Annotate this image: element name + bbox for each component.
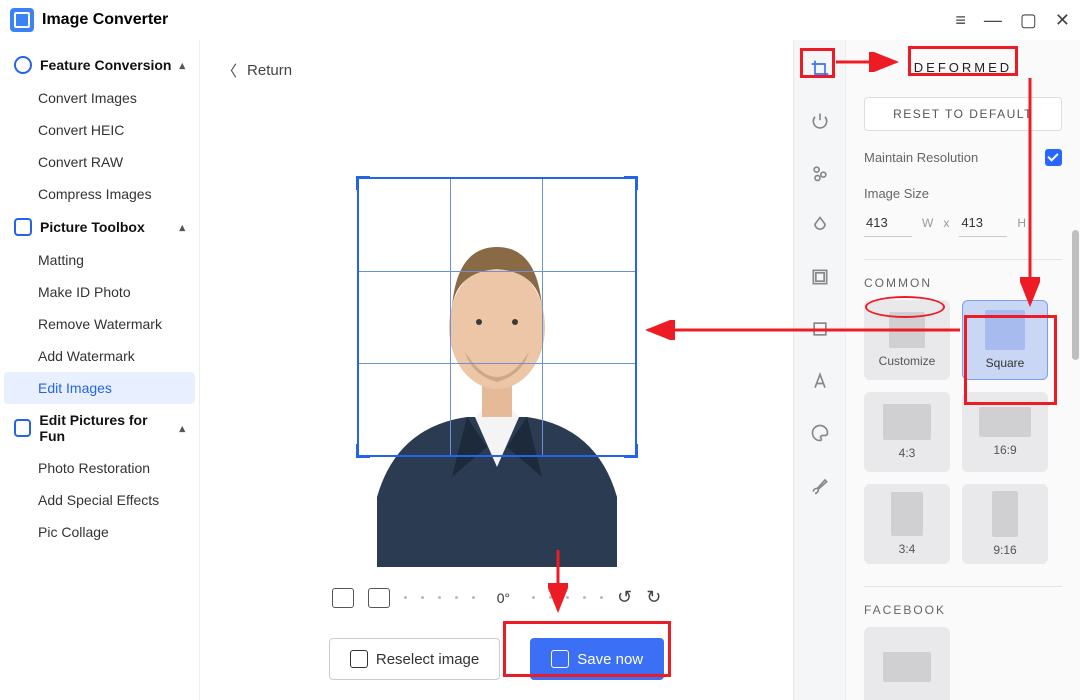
sidebar-group-edit-pictures-fun[interactable]: Edit Pictures for Fun ▴ [4, 404, 195, 452]
picture-icon [14, 419, 31, 437]
crop-handle-tr[interactable] [624, 176, 638, 190]
sidebar-item-convert-heic[interactable]: Convert HEIC [4, 114, 195, 146]
brush-icon[interactable] [809, 474, 831, 496]
chevron-up-icon: ▴ [179, 221, 185, 234]
app-logo-icon [10, 8, 34, 32]
category-facebook: FACEBOOK [864, 603, 1062, 617]
flip-horizontal-icon[interactable] [332, 588, 354, 608]
sidebar-item-remove-watermark[interactable]: Remove Watermark [4, 308, 195, 340]
download-icon [551, 650, 569, 668]
preset-facebook[interactable] [864, 627, 950, 700]
sidebar-group-feature-conversion[interactable]: Feature Conversion ▴ [4, 48, 195, 82]
save-now-button[interactable]: Save now [530, 638, 664, 680]
image-preview[interactable] [357, 177, 637, 567]
chevron-up-icon: ▴ [179, 422, 185, 435]
category-common: COMMON [864, 276, 1062, 290]
sidebar-item-convert-raw[interactable]: Convert RAW [4, 146, 195, 178]
return-button[interactable]: 〈 Return [220, 54, 294, 87]
flip-vertical-icon[interactable] [368, 588, 390, 608]
text-tool-icon[interactable] [809, 370, 831, 392]
grid-line [359, 271, 635, 272]
canvas-area: 〈 Return [200, 40, 793, 700]
crop-tool-icon[interactable] [809, 58, 831, 80]
maintain-resolution-checkbox[interactable] [1045, 149, 1062, 166]
sidebar-item-convert-images[interactable]: Convert Images [4, 82, 195, 114]
crop-box[interactable] [357, 177, 637, 457]
return-label: Return [247, 62, 292, 79]
preset-grid: CustomizeSquare4:316:93:49:16 [864, 300, 1062, 564]
grid-line [542, 179, 543, 455]
tool-rail [793, 40, 845, 700]
grid-line [359, 363, 635, 364]
palette-icon[interactable] [809, 422, 831, 444]
sidebar-item-photo-restoration[interactable]: Photo Restoration [4, 452, 195, 484]
preset-16-9[interactable]: 16:9 [962, 392, 1048, 472]
image-size-label: Image Size [864, 186, 1062, 201]
sidebar-group-picture-toolbox[interactable]: Picture Toolbox ▴ [4, 210, 195, 244]
square-tool-icon[interactable] [809, 318, 831, 340]
rotate-right-icon[interactable]: ↻ [646, 587, 661, 608]
rotation-angle: 0° [497, 590, 510, 606]
sidebar-item-compress-images[interactable]: Compress Images [4, 178, 195, 210]
sidebar-item-edit-images[interactable]: Edit Images [4, 372, 195, 404]
crop-handle-tl[interactable] [356, 176, 370, 190]
rotate-toolbar: 0° ↺ ↻ [332, 587, 662, 608]
preset-square[interactable]: Square [962, 300, 1048, 380]
reselect-image-button[interactable]: Reselect image [329, 638, 500, 680]
sidebar-item-pic-collage[interactable]: Pic Collage [4, 516, 195, 548]
crop-handle-br[interactable] [624, 444, 638, 458]
square-icon [14, 218, 32, 236]
maintain-resolution-label: Maintain Resolution [864, 150, 978, 165]
minimize-button[interactable]: — [984, 10, 1002, 31]
preset-customize[interactable]: Customize [864, 300, 950, 380]
maximize-button[interactable]: ▢ [1020, 10, 1037, 31]
app-title: Image Converter [42, 11, 168, 29]
grid-line [450, 179, 451, 455]
titlebar: Image Converter ≡ — ▢ ✕ [0, 0, 1080, 40]
power-icon[interactable] [809, 110, 831, 132]
panel-section-deformed: DEFORMED [864, 54, 1062, 81]
droplet-icon[interactable] [809, 214, 831, 236]
sidebar: Feature Conversion ▴ Convert Images Conv… [0, 40, 200, 700]
sidebar-item-add-watermark[interactable]: Add Watermark [4, 340, 195, 372]
menu-icon[interactable]: ≡ [955, 10, 966, 31]
window-controls: ≡ — ▢ ✕ [955, 10, 1070, 31]
image-icon [350, 650, 368, 668]
image-width-input[interactable] [864, 209, 912, 237]
close-button[interactable]: ✕ [1055, 10, 1070, 31]
preset-3-4[interactable]: 3:4 [864, 484, 950, 564]
rotate-left-icon[interactable]: ↺ [617, 587, 632, 608]
sidebar-item-matting[interactable]: Matting [4, 244, 195, 276]
scrollbar[interactable] [1072, 230, 1079, 360]
preset-9-16[interactable]: 9:16 [962, 484, 1048, 564]
hexagon-icon [14, 56, 32, 74]
chevron-up-icon: ▴ [179, 59, 185, 72]
crop-handle-bl[interactable] [356, 444, 370, 458]
sidebar-item-make-id-photo[interactable]: Make ID Photo [4, 276, 195, 308]
frame-icon[interactable] [809, 266, 831, 288]
adjust-icon[interactable] [809, 162, 831, 184]
image-height-input[interactable] [959, 209, 1007, 237]
preset-4-3[interactable]: 4:3 [864, 392, 950, 472]
right-panel: DEFORMED RESET TO DEFAULT Maintain Resol… [845, 40, 1080, 700]
sidebar-item-add-special-effects[interactable]: Add Special Effects [4, 484, 195, 516]
reset-to-default-button[interactable]: RESET TO DEFAULT [864, 97, 1062, 131]
chevron-left-icon: 〈 [222, 60, 237, 81]
